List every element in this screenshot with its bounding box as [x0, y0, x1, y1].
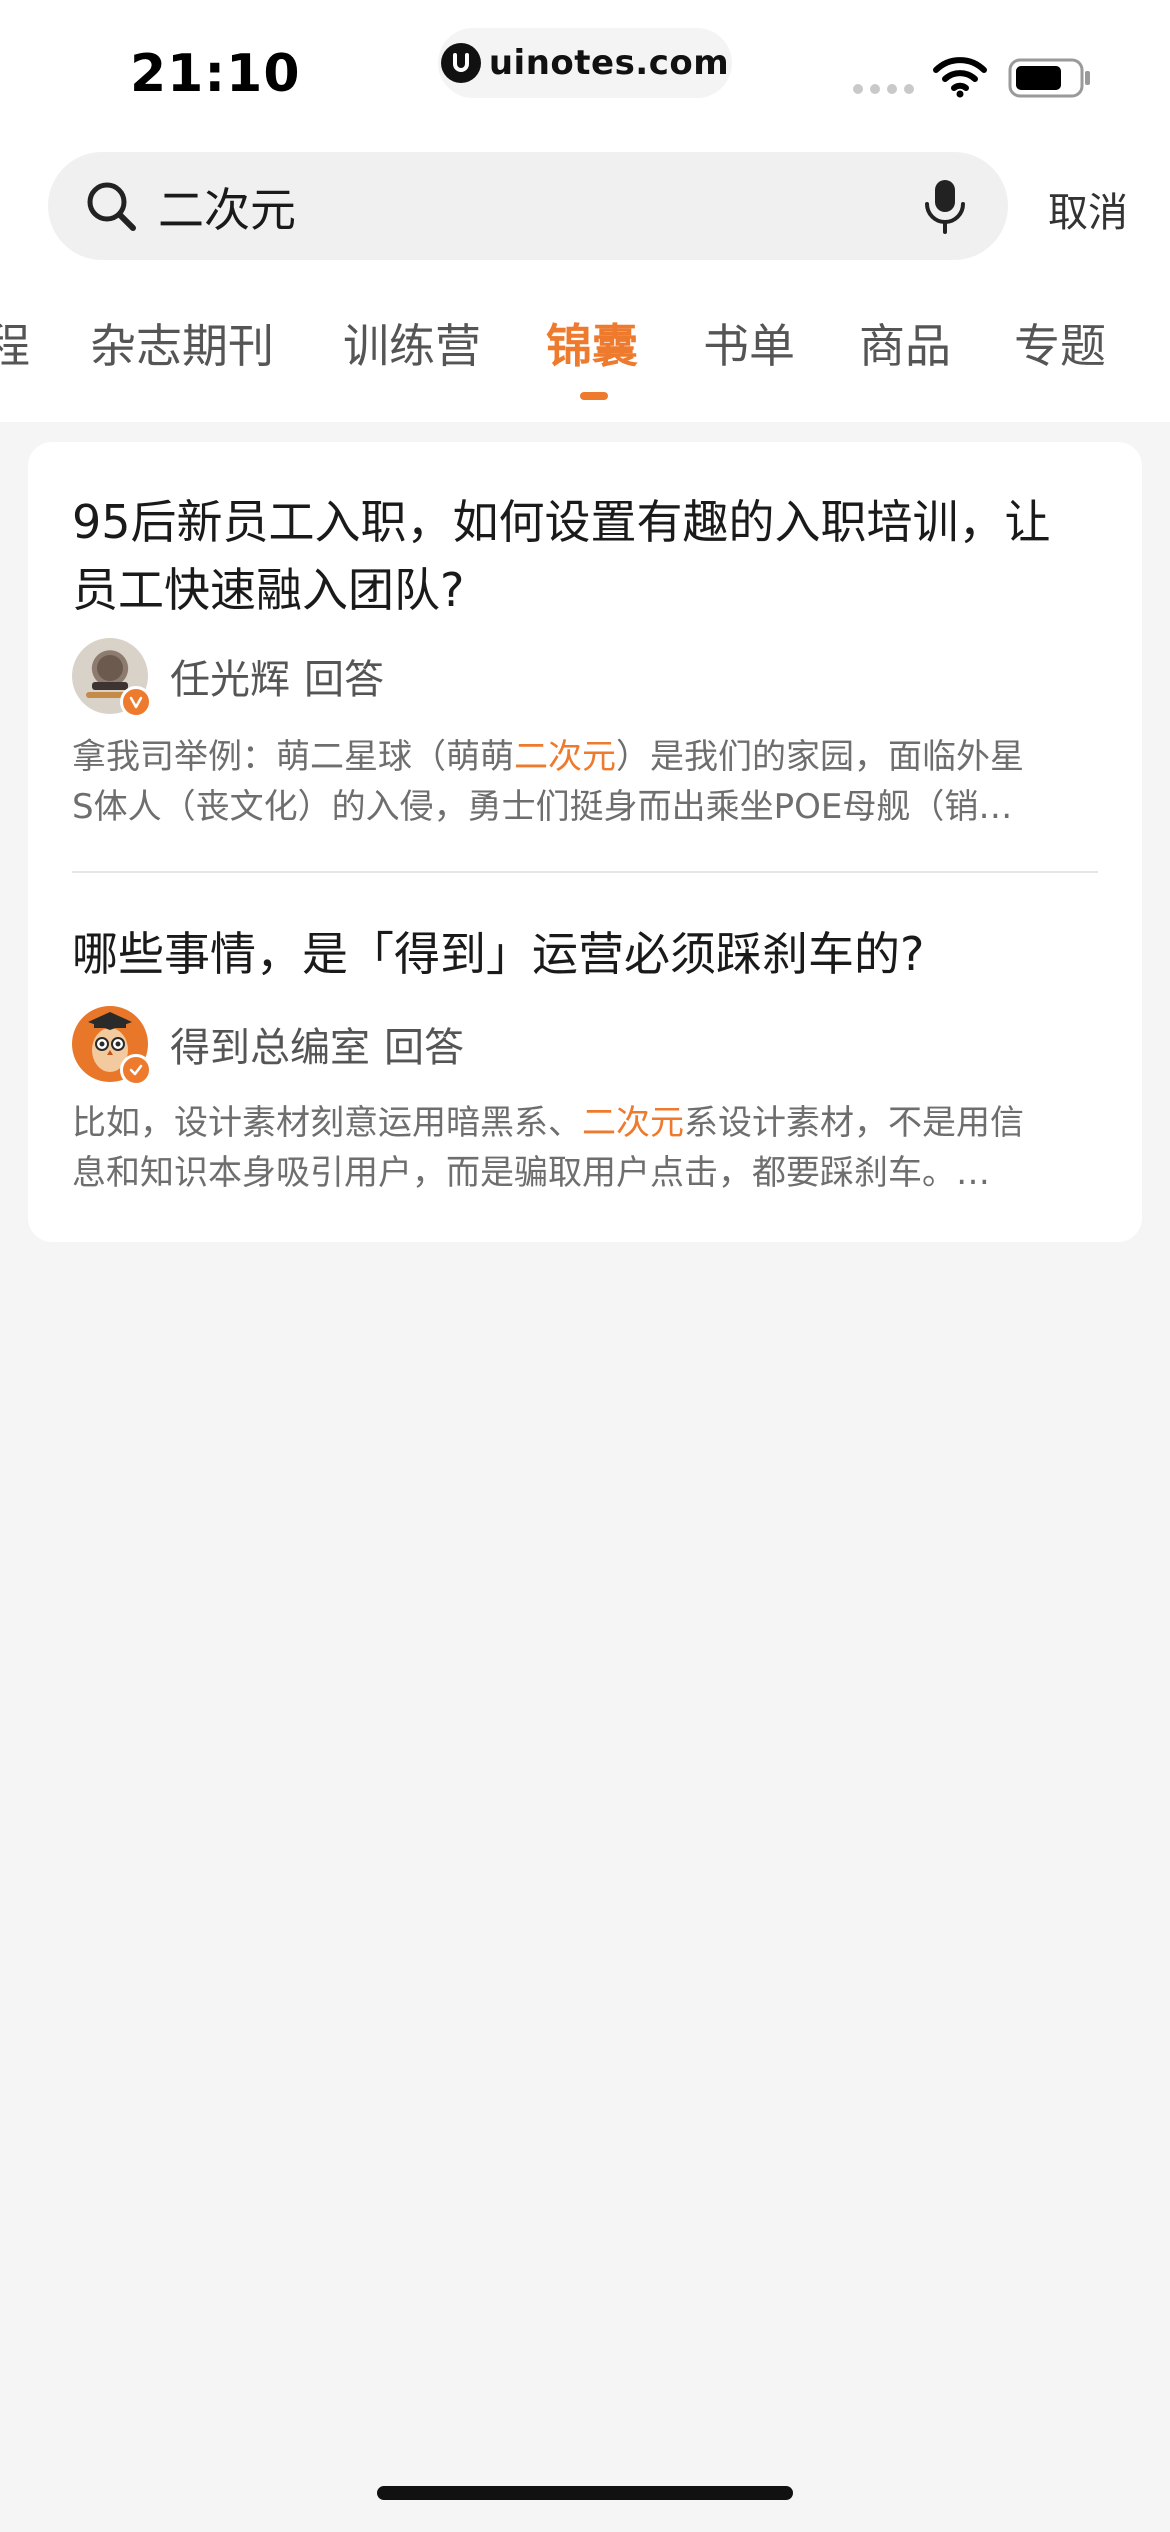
- excerpt-line: 拿我司举例：萌二星球（萌萌二次元）是我们的家园，面临外星: [72, 732, 1102, 782]
- excerpt-line: 息和知识本身吸引用户，而是骗取用户点击，都要踩刹车。…: [72, 1153, 990, 1193]
- status-time: 21:10: [130, 44, 301, 104]
- result-title-line: 95后新员工入职，如何设置有趣的入职培训，让: [72, 495, 1051, 549]
- verified-badge-icon: [120, 686, 152, 718]
- url-text: uinotes.com: [488, 43, 730, 83]
- tab-training-camp[interactable]: 训练营: [343, 310, 481, 376]
- tab-topics[interactable]: 专题: [1014, 310, 1106, 376]
- category-tabs: 程 杂志期刊 训练营 锦囊 书单 商品 专题: [0, 300, 1170, 400]
- avatar: [72, 1006, 152, 1086]
- excerpt-text: 拿我司举例：萌二星球（萌萌: [72, 737, 514, 777]
- tab-booklists[interactable]: 书单: [703, 310, 795, 376]
- verified-badge-icon: [120, 1054, 152, 1086]
- tab-tips[interactable]: 锦囊: [546, 310, 638, 376]
- excerpt-text: ）是我们的家园，面临外星: [616, 737, 1024, 777]
- wifi-icon: [932, 56, 988, 102]
- active-tab-indicator: [580, 392, 608, 400]
- search-input[interactable]: [156, 170, 860, 244]
- cancel-button[interactable]: 取消: [1048, 180, 1128, 238]
- tab-magazines[interactable]: 杂志期刊: [90, 310, 274, 376]
- excerpt-line: 比如，设计素材刻意运用暗黑系、二次元系设计素材，不是用信: [72, 1098, 1102, 1148]
- highlight-keyword: 二次元: [514, 737, 616, 777]
- cellular-signal-icon: [853, 84, 914, 94]
- header-area: 21:10 uinotes.com 二次元 取消 程 杂志期刊 训练营 锦囊 书…: [0, 0, 1170, 422]
- microphone-icon[interactable]: [922, 178, 968, 238]
- url-badge: uinotes.com: [438, 28, 732, 98]
- excerpt-text: 比如，设计素材刻意运用暗黑系、: [72, 1103, 582, 1143]
- result-author[interactable]: 得到总编室 回答: [72, 1006, 464, 1086]
- divider: [72, 871, 1098, 873]
- excerpt-text: 系设计素材，不是用信: [684, 1103, 1024, 1143]
- result-item[interactable]: 哪些事情，是「得到」运营必须踩刹车的?: [72, 920, 1102, 988]
- result-excerpt: 拿我司举例：萌二星球（萌萌二次元）是我们的家园，面临外星 S体人（丧文化）的入侵…: [72, 732, 1102, 832]
- result-excerpt: 比如，设计素材刻意运用暗黑系、二次元系设计素材，不是用信 息和知识本身吸引用户，…: [72, 1098, 1102, 1198]
- avatar: [72, 638, 152, 718]
- result-title: 95后新员工入职，如何设置有趣的入职培训，让 员工快速融入团队?: [72, 488, 1102, 624]
- tab-course[interactable]: 程: [0, 310, 30, 376]
- highlight-keyword: 二次元: [582, 1103, 684, 1143]
- result-title: 哪些事情，是「得到」运营必须踩刹车的?: [72, 927, 925, 981]
- results-card: 95后新员工入职，如何设置有趣的入职培训，让 员工快速融入团队? 任光辉 回答 …: [28, 442, 1142, 1242]
- tab-products[interactable]: 商品: [859, 310, 951, 376]
- author-action: 回答: [384, 1025, 464, 1071]
- author-name: 得到总编室: [170, 1025, 370, 1071]
- excerpt-line: S体人（丧文化）的入侵，勇士们挺身而出乘坐POE母舰（销…: [72, 787, 1013, 827]
- search-bar[interactable]: [48, 152, 1008, 260]
- site-logo-icon: [440, 43, 481, 83]
- search-icon: [84, 179, 138, 237]
- home-indicator[interactable]: [377, 2486, 793, 2500]
- author-action: 回答: [304, 657, 384, 703]
- author-name: 任光辉: [170, 657, 290, 703]
- result-title-line: 员工快速融入团队?: [72, 563, 465, 617]
- result-item[interactable]: 95后新员工入职，如何设置有趣的入职培训，让 员工快速融入团队?: [72, 488, 1102, 624]
- result-author[interactable]: 任光辉 回答: [72, 638, 384, 718]
- battery-icon: [1008, 58, 1092, 102]
